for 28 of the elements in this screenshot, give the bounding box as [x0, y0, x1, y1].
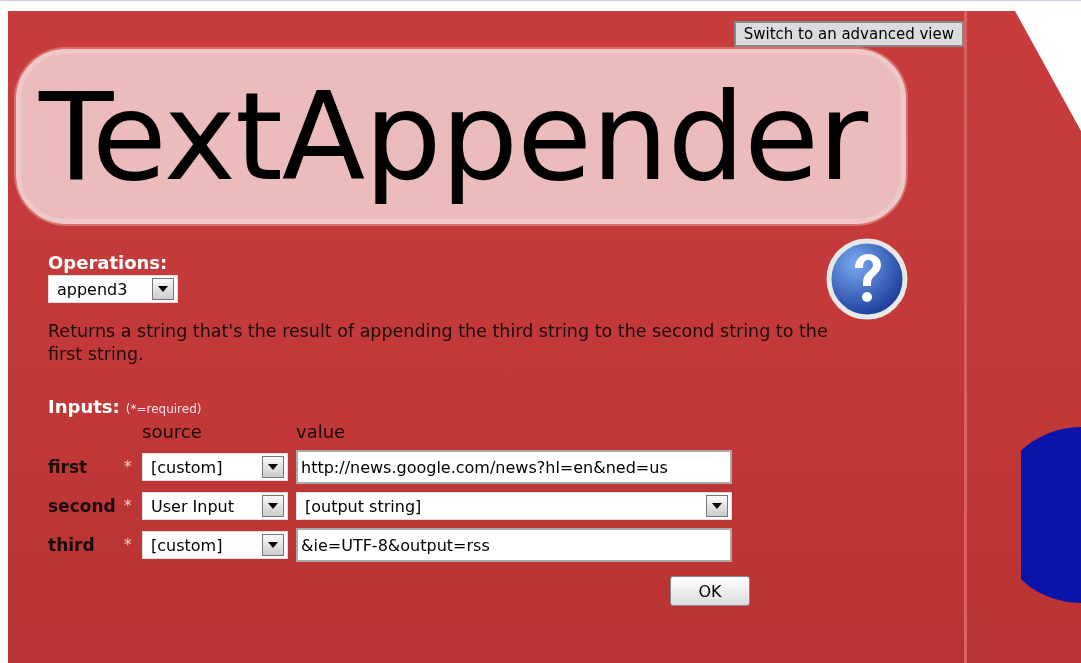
column-header: source [142, 421, 203, 442]
caret-icon [712, 503, 722, 509]
input-label: third [48, 535, 96, 555]
source-dropdown[interactable]: [custom] [142, 453, 288, 481]
input-label: first [48, 457, 89, 477]
caret-icon [268, 503, 278, 509]
caret-icon [158, 286, 168, 292]
value-field[interactable]: &ie=UTF-8&output=rss [296, 528, 732, 562]
column-header: value [296, 421, 347, 442]
source-dropdown[interactable]: [custom] [142, 531, 288, 559]
inputs-label: Inputs: [48, 396, 120, 417]
input-label: second [48, 496, 117, 516]
help-icon[interactable] [826, 238, 908, 320]
operations-dropdown[interactable]: append3 [48, 275, 178, 303]
required-note: (*=required) [125, 402, 202, 416]
value-field[interactable]: http://news.google.com/news?hl=en&ned=us [296, 450, 732, 484]
required-mark: * [124, 458, 133, 476]
required-mark: * [124, 536, 133, 554]
app-title: TextAppender [39, 65, 868, 208]
value-dropdown[interactable]: [output string] [296, 492, 732, 520]
source-dropdown[interactable]: User Input [142, 492, 288, 520]
caret-icon [268, 464, 278, 470]
advanced-view-button[interactable]: Switch to an advanced view [733, 21, 964, 47]
ok-button[interactable]: OK [670, 576, 750, 606]
required-mark: * [124, 497, 133, 515]
operation-description: Returns a string that's the result of appending the third string to the second string to the first string. [48, 320, 828, 366]
operations-label: Operations: [48, 252, 169, 273]
caret-icon [268, 542, 278, 548]
